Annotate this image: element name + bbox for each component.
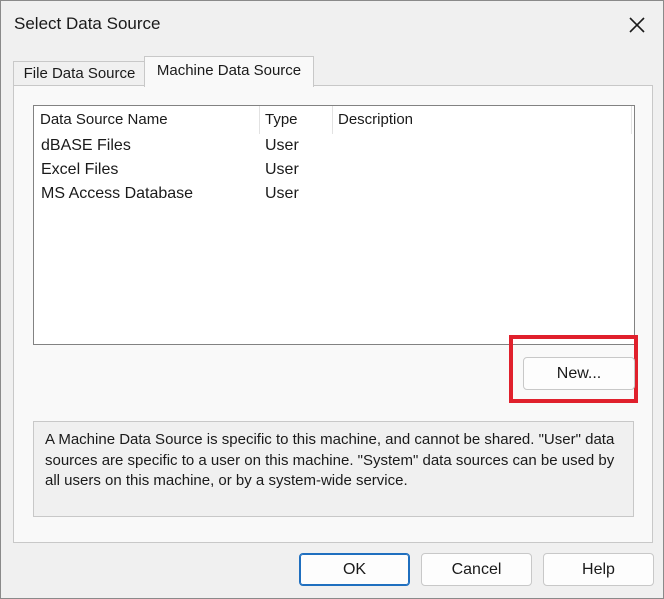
data-source-type: User <box>265 185 299 202</box>
select-data-source-dialog: Select Data Source File Data Source Mach… <box>0 0 664 599</box>
dialog-title: Select Data Source <box>14 14 161 33</box>
data-source-name: dBASE Files <box>41 137 131 154</box>
close-icon <box>629 17 645 33</box>
list-item[interactable]: dBASE Files User <box>34 134 634 158</box>
new-button[interactable]: New... <box>523 357 635 390</box>
data-source-type: User <box>265 161 299 178</box>
tab-machine-data-source[interactable]: Machine Data Source <box>144 56 314 87</box>
column-header-description[interactable]: Description <box>332 106 632 134</box>
close-button[interactable] <box>623 11 651 39</box>
data-source-name: Excel Files <box>41 161 119 178</box>
help-button[interactable]: Help <box>543 553 654 586</box>
list-item[interactable]: MS Access Database User <box>34 182 634 206</box>
data-source-list[interactable]: Data Source Name Type Description dBASE … <box>33 105 635 345</box>
tab-file-data-source[interactable]: File Data Source <box>13 61 146 87</box>
cancel-button[interactable]: Cancel <box>421 553 532 586</box>
ok-button[interactable]: OK <box>299 553 410 586</box>
info-text: A Machine Data Source is specific to thi… <box>33 421 634 517</box>
data-source-name: MS Access Database <box>41 185 194 202</box>
machine-data-source-panel: Data Source Name Type Description dBASE … <box>13 85 653 543</box>
data-source-type: User <box>265 137 299 154</box>
list-item[interactable]: Excel Files User <box>34 158 634 182</box>
list-rows: dBASE Files User Excel Files User MS Acc… <box>34 134 634 206</box>
column-header-name[interactable]: Data Source Name <box>34 106 260 134</box>
list-header: Data Source Name Type Description <box>34 106 634 134</box>
column-header-type[interactable]: Type <box>259 106 333 134</box>
title-bar: Select Data Source <box>1 1 663 47</box>
